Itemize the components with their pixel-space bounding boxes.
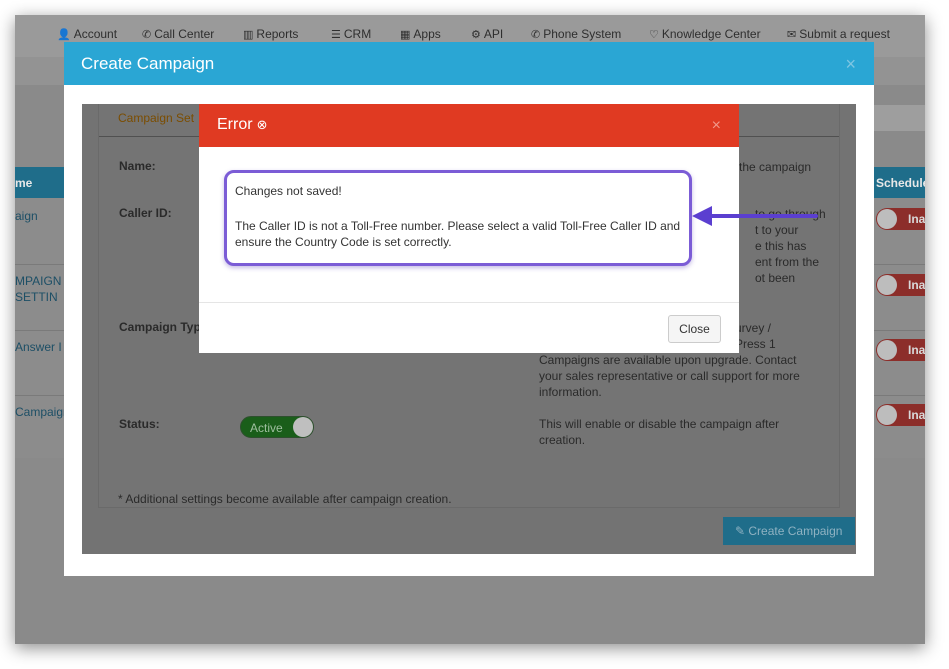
error-modal: Error ⊗ × Changes not saved! The Caller I… xyxy=(199,104,739,353)
table-row-divider xyxy=(15,264,65,265)
status-label: Status: xyxy=(119,417,160,431)
schedule-toggle[interactable]: Ina xyxy=(876,404,925,426)
table-header-name: me xyxy=(15,167,65,198)
toggle-knob xyxy=(293,417,313,437)
table-row-divider xyxy=(874,264,925,265)
table-cell-campaign-name[interactable]: MPAIGN - xyxy=(15,273,69,289)
schedule-toggle[interactable]: Ina xyxy=(876,339,925,361)
user-icon: 👤 xyxy=(57,29,71,41)
nav-call-center[interactable]: ✆ Call Center xyxy=(142,27,214,41)
edit-icon: ✎ xyxy=(735,524,749,538)
campaign-type-help-text: information. xyxy=(539,385,602,399)
schedule-toggle[interactable]: Ina xyxy=(876,274,925,296)
nav-knowledge-center[interactable]: ♡ Knowledge Center xyxy=(649,27,761,41)
background-strip xyxy=(874,105,925,131)
campaign-type-help-text: urvey / xyxy=(735,321,772,335)
toggle-knob xyxy=(877,405,897,425)
modal-title: Create Campaign xyxy=(81,54,215,73)
lightbulb-icon: ♡ xyxy=(649,29,659,41)
table-row-divider xyxy=(15,330,65,331)
schedule-toggle[interactable]: Ina xyxy=(876,208,925,230)
annotation-arrow-icon xyxy=(692,206,818,226)
caller-id-label: Caller ID: xyxy=(119,206,172,220)
name-help-text: the campaign xyxy=(739,160,812,174)
table-cell-campaign-name[interactable]: Campaign xyxy=(15,404,70,420)
table-cell-campaign-name[interactable]: Answer I xyxy=(15,339,62,355)
status-help-text: This will enable or disable the campaign… xyxy=(539,417,780,431)
close-icon[interactable]: × xyxy=(845,54,856,75)
table-header-schedule: Schedule xyxy=(874,167,925,198)
table-cell-campaign-name[interactable]: aign xyxy=(15,208,38,224)
error-message-title: Changes not saved! xyxy=(235,184,342,198)
campaign-type-help-text: Campaigns are available upon upgrade. Co… xyxy=(539,353,797,367)
campaign-type-help-text: your sales representative or call suppor… xyxy=(539,369,800,383)
error-message-box: Changes not saved! The Caller ID is not … xyxy=(224,170,692,266)
error-message-detail: The Caller ID is not a Toll-Free number.… xyxy=(235,219,681,249)
nav-account[interactable]: 👤 Account xyxy=(57,27,117,41)
nav-apps[interactable]: ▦ Apps xyxy=(400,27,441,41)
table-cell-campaign-name[interactable]: SETTIN xyxy=(15,289,58,305)
campaign-type-help-text: Press 1 xyxy=(735,337,776,351)
divider xyxy=(199,302,739,303)
nav-crm[interactable]: ☰ CRM xyxy=(331,27,371,41)
comment-icon: ✉ xyxy=(787,29,797,41)
error-title: Error ⊗ xyxy=(217,116,268,133)
error-header: Error ⊗ × xyxy=(199,104,739,147)
toggle-knob xyxy=(877,340,897,360)
error-circle-icon: ⊗ xyxy=(256,117,268,132)
status-help-text: creation. xyxy=(539,433,586,447)
campaign-type-label: Campaign Typ xyxy=(119,320,201,334)
toggle-knob xyxy=(877,209,897,229)
close-icon[interactable]: × xyxy=(712,117,721,135)
nav-submit-request[interactable]: ✉ Submit a request xyxy=(787,27,890,41)
bar-chart-icon: ▥ xyxy=(243,29,254,41)
caller-id-help-text: ent from the xyxy=(755,255,820,269)
nav-phone-system[interactable]: ✆ Phone System xyxy=(531,27,621,41)
list-icon: ☰ xyxy=(331,29,341,41)
foot-note: * Additional settings become available a… xyxy=(118,492,452,506)
nav-api[interactable]: ⚙ API xyxy=(471,27,503,41)
caller-id-help-text: ot been xyxy=(755,271,796,285)
nav-reports[interactable]: ▥ Reports xyxy=(243,27,298,41)
status-toggle[interactable]: Active xyxy=(240,416,314,438)
gear-icon: ⚙ xyxy=(471,29,481,41)
name-label: Name: xyxy=(119,159,156,173)
tab-campaign-settings[interactable]: Campaign Set xyxy=(118,111,194,125)
table-row-divider xyxy=(874,330,925,331)
create-campaign-button[interactable]: ✎ Create Campaign xyxy=(723,517,855,545)
table-row-divider xyxy=(874,395,925,396)
table-row-divider xyxy=(15,395,65,396)
modal-header: Create Campaign × xyxy=(64,42,874,85)
phone-icon: ✆ xyxy=(531,29,541,41)
close-button[interactable]: Close xyxy=(668,315,721,343)
phone-icon: ✆ xyxy=(142,29,152,41)
divider xyxy=(98,507,840,508)
caller-id-help-text: e this has xyxy=(755,239,807,253)
toggle-knob xyxy=(877,275,897,295)
grid-icon: ▦ xyxy=(400,29,411,41)
